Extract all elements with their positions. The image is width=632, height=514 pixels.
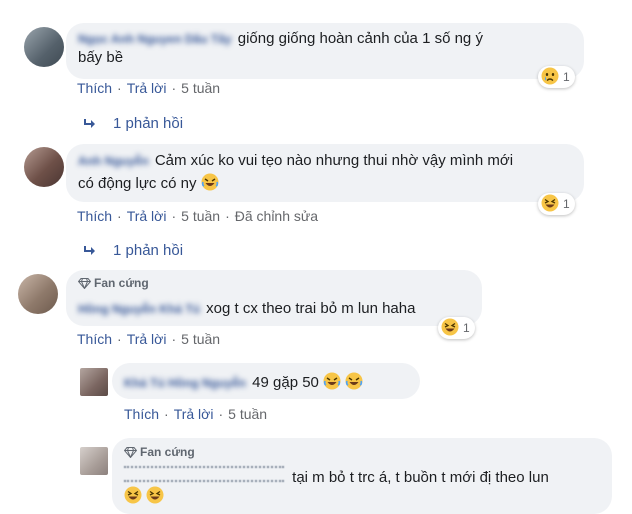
rolling-laughing-emoji-icon (345, 372, 363, 395)
comment-bubble: Anh Nguyễn Cảm xúc ko vui tẹo nào nhưng … (66, 144, 584, 202)
fan-badge-label: Fan cứng (140, 445, 195, 459)
avatar[interactable] (80, 447, 108, 475)
edited-label[interactable]: Đã chỉnh sửa (235, 208, 318, 224)
like-link[interactable]: Thích (124, 406, 159, 422)
comment-bubble: Ngọc Anh Nguyen Dâu Tây giống giống hoàn… (66, 23, 584, 79)
reply-link[interactable]: Trả lời (127, 80, 167, 96)
like-link[interactable]: Thích (77, 208, 112, 224)
rolling-laughing-emoji-icon (323, 372, 341, 395)
fan-badge: Fan cứng (123, 445, 195, 459)
reply-bubble: Khả Tú Hồng Nguyễn 49 gặp 50 (112, 363, 420, 399)
reply-arrow-icon (83, 242, 113, 259)
timestamp[interactable]: 5 tuần (181, 80, 220, 96)
comment-text-continued: bấy bề (78, 49, 124, 66)
rolling-laughing-emoji-icon (201, 173, 219, 196)
comment-text: xog t cx theo trai bỏ m lun haha (206, 300, 416, 317)
reaction-summary[interactable]: 1 (538, 193, 575, 215)
avatar[interactable] (80, 368, 108, 396)
reply-text: tại m bỏ t trc á, t buồn t mới đị theo l… (292, 469, 549, 486)
fan-badge-label: Fan cứng (94, 276, 149, 290)
crying-face-icon (541, 67, 559, 88)
reply-actions: Thích · Trả lời · 5 tuần (124, 406, 268, 422)
reply-author-redacted[interactable] (124, 466, 284, 482)
reply-author[interactable]: Khả Tú Hồng Nguyễn (124, 376, 246, 390)
diamond-icon (77, 276, 94, 290)
reaction-count: 1 (563, 70, 570, 84)
comment-text: giống giống hoàn cảnh của 1 số ng ý (237, 30, 483, 47)
comment-author[interactable]: Anh Nguyễn (78, 154, 149, 168)
comment-text-continued: có động lực có ny (78, 175, 197, 192)
comment-author[interactable]: Hồng Nguyễn Khả Tú (78, 302, 200, 316)
fan-badge: Fan cứng (77, 276, 149, 290)
view-replies-link[interactable]: 1 phản hồi (83, 115, 183, 132)
reply-arrow-icon (83, 115, 113, 132)
reaction-summary[interactable]: 1 (538, 66, 575, 88)
reaction-count: 1 (563, 197, 570, 211)
replies-count-label: 1 phản hồi (113, 242, 184, 259)
reply-link[interactable]: Trả lời (127, 208, 167, 224)
grinning-squint-emoji-icon (146, 486, 164, 509)
comment-bubble: Fan cứng Hồng Nguyễn Khả Tú xog t cx the… (66, 270, 482, 326)
view-replies-link[interactable]: 1 phản hồi (83, 242, 183, 259)
like-link[interactable]: Thích (77, 331, 112, 347)
reply-text: 49 gặp 50 (252, 374, 319, 391)
timestamp[interactable]: 5 tuần (228, 406, 267, 422)
comment-actions: Thích · Trả lời · 5 tuần (77, 331, 221, 347)
reply-link[interactable]: Trả lời (174, 406, 214, 422)
avatar[interactable] (24, 27, 64, 67)
comment-actions: Thích · Trả lời · 5 tuần · Đã chỉnh sửa (77, 208, 319, 224)
laughing-face-icon (541, 194, 559, 215)
laughing-face-icon (441, 318, 459, 339)
replies-count-label: 1 phản hồi (113, 115, 184, 132)
comment-author[interactable]: Ngọc Anh Nguyen Dâu Tây (78, 32, 232, 46)
reaction-summary[interactable]: 1 (438, 317, 475, 339)
avatar[interactable] (18, 274, 58, 314)
timestamp[interactable]: 5 tuần (181, 331, 220, 347)
comment-text: Cảm xúc ko vui tẹo nào nhưng thui nhờ vậ… (154, 152, 514, 169)
comment-actions: Thích · Trả lời · 5 tuần (77, 80, 221, 96)
diamond-icon (123, 445, 140, 459)
reaction-count: 1 (463, 321, 470, 335)
timestamp[interactable]: 5 tuần (181, 208, 220, 224)
like-link[interactable]: Thích (77, 80, 112, 96)
avatar[interactable] (24, 147, 64, 187)
grinning-squint-emoji-icon (124, 486, 142, 509)
reply-link[interactable]: Trả lời (127, 331, 167, 347)
